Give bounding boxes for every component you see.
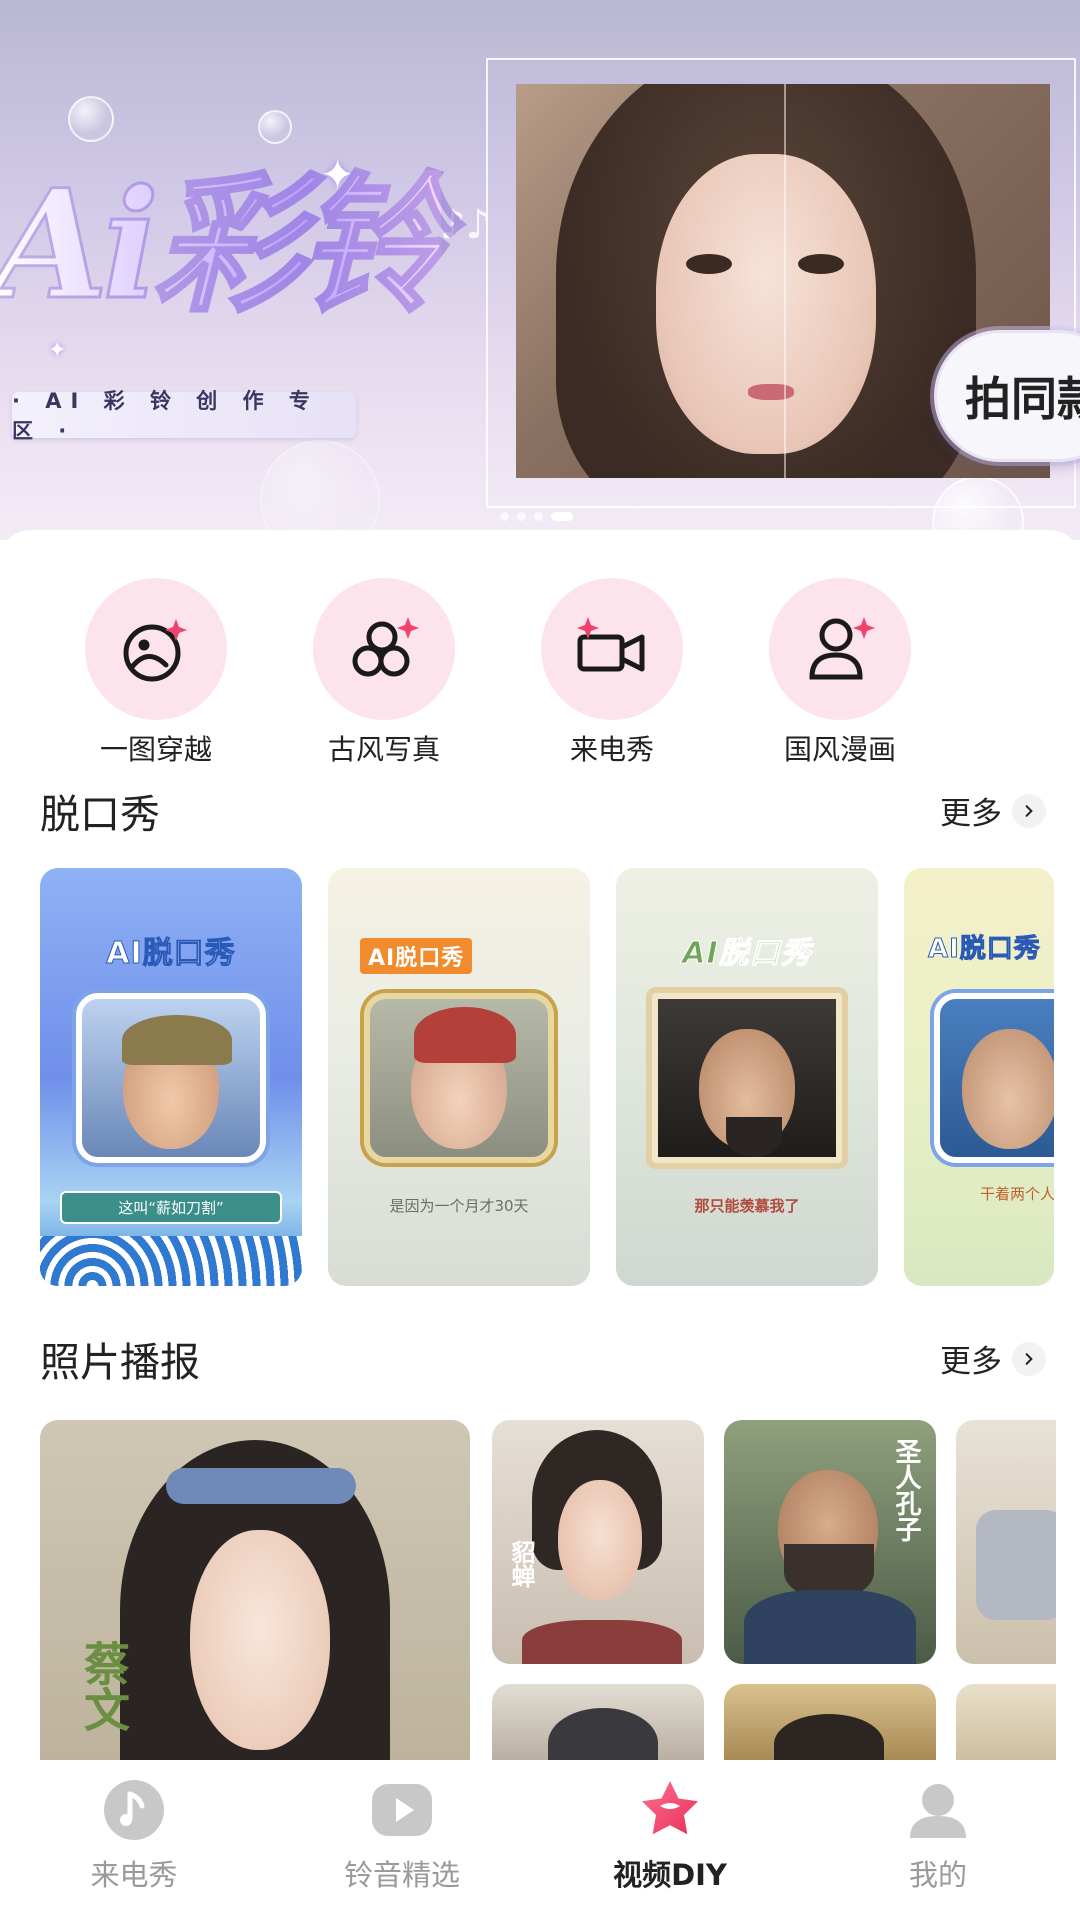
star-icon [642, 1781, 698, 1835]
carousel-dot[interactable] [534, 512, 543, 521]
carousel-dot-active[interactable] [551, 512, 573, 521]
sparkle-icon: ✦ [48, 338, 67, 363]
talk-show-card[interactable]: AI脱口秀 这叫“薪如刀割” [40, 868, 302, 1286]
face-sparkle-icon [85, 578, 227, 720]
nav-label: 我的 [908, 1858, 967, 1892]
section-title-talk-show: 脱口秀 [40, 792, 160, 838]
more-label: 更多 [940, 796, 1002, 832]
card-badge: AI脱口秀 [360, 938, 473, 974]
card-caption: 那只能羡慕我了 [694, 1197, 800, 1215]
carousel-dot[interactable] [500, 512, 509, 521]
talk-show-card[interactable]: AI脱口秀 干着两个人 [904, 868, 1054, 1286]
more-label: 更多 [940, 1344, 1002, 1380]
nav-profile[interactable]: 我的 [828, 1778, 1048, 1894]
section-title-photo-news: 照片播报 [40, 1340, 200, 1386]
category-ancient-portrait[interactable]: 古风写真 [284, 578, 484, 768]
carousel-dots [500, 512, 573, 521]
bubble-decoration [260, 440, 380, 540]
category-label: 来电秀 [569, 733, 654, 766]
card-badge: AI脱口秀 [106, 936, 236, 972]
card-caption: 干着两个人 [980, 1185, 1054, 1203]
card-portrait [76, 993, 266, 1163]
category-label: 一图穿越 [99, 733, 212, 766]
profile-icon [910, 1784, 966, 1838]
promo-banner[interactable]: ✦ ✦ ♪♪ Ai彩铃 · AI 彩 铃 创 作 专 区 · 拍同款 [0, 0, 1080, 540]
chevron-right-icon [1012, 793, 1046, 828]
card-portrait [652, 993, 842, 1163]
circles-sparkle-icon [313, 578, 455, 720]
nav-label: 铃音精选 [343, 1858, 460, 1892]
card-badge: AI脱口秀 [682, 936, 812, 972]
chevron-right-icon [1012, 1341, 1046, 1376]
category-one-image-travel[interactable]: 一图穿越 [56, 578, 256, 768]
card-label: 貂蝉 [507, 1540, 535, 1588]
photo-news-card[interactable] [956, 1420, 1056, 1664]
bottom-navigation: 来电秀 铃音精选 视频DIY 我的 [0, 1760, 1080, 1920]
same-style-button[interactable]: 拍同款 [934, 330, 1080, 462]
main-content: 一图穿越 古风写真 来电秀 国风漫画 脱口秀 更多 AI脱口秀 这叫“薪如刀割”… [0, 530, 1080, 1760]
nav-label: 来电秀 [90, 1858, 178, 1892]
person-sparkle-icon [769, 578, 911, 720]
card-label: 圣人孔子 [891, 1438, 921, 1542]
nav-video-diy[interactable]: 视频DIY [560, 1778, 780, 1894]
photo-news-more-link[interactable]: 更多 [940, 1336, 1046, 1381]
banner-title: Ai彩铃 [0, 169, 449, 322]
photo-news-card[interactable]: 圣人孔子 [724, 1420, 936, 1664]
photo-news-card[interactable]: 貂蝉 [492, 1420, 704, 1664]
nav-label: 视频DIY [613, 1858, 727, 1892]
bubble-decoration [258, 110, 292, 144]
photo-news-card[interactable] [724, 1684, 936, 1760]
card-caption: 这叫“薪如刀割” [60, 1191, 282, 1224]
category-label: 国风漫画 [783, 733, 896, 766]
play-icon [372, 1784, 432, 1836]
photo-news-card[interactable] [492, 1684, 704, 1760]
card-badge: AI脱口秀 [928, 934, 1041, 965]
category-guofeng-comic[interactable]: 国风漫画 [740, 578, 940, 768]
video-camera-sparkle-icon [541, 578, 683, 720]
talk-show-card[interactable]: AI脱口秀 是因为一个月才30天 [328, 868, 590, 1286]
card-portrait [934, 993, 1054, 1163]
music-note-icon: ♪♪ [440, 202, 492, 248]
card-label: 蔡文 [77, 1640, 131, 1732]
talk-show-card[interactable]: AI脱口秀 那只能羡慕我了 [616, 868, 878, 1286]
card-caption: 是因为一个月才30天 [389, 1197, 529, 1215]
music-note-icon [104, 1780, 164, 1840]
photo-news-card[interactable] [956, 1684, 1056, 1760]
banner-subtitle: · AI 彩 铃 创 作 专 区 · [12, 389, 356, 443]
photo-news-card[interactable]: 蔡文 [40, 1420, 470, 1760]
talk-show-more-link[interactable]: 更多 [940, 788, 1046, 833]
carousel-dot[interactable] [517, 512, 526, 521]
bubble-decoration [68, 96, 114, 142]
nav-call-show[interactable]: 来电秀 [24, 1778, 244, 1894]
nav-ringtone-picks[interactable]: 铃音精选 [292, 1778, 512, 1894]
category-label: 古风写真 [327, 733, 440, 766]
card-portrait [364, 993, 554, 1163]
category-call-show[interactable]: 来电秀 [512, 578, 712, 768]
